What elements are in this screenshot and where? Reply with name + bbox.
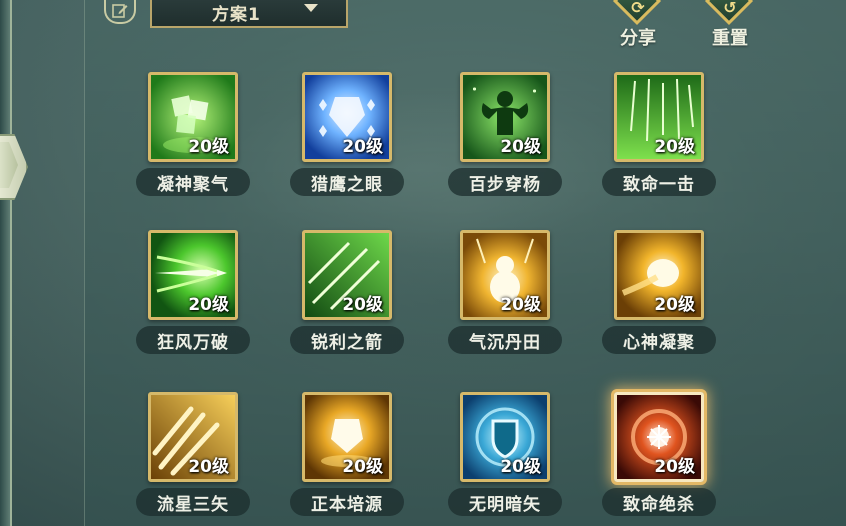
skill-icon: 20级 xyxy=(302,230,392,320)
skill-level: 20级 xyxy=(188,457,229,477)
skill-slot[interactable]: 20级 凝神聚气 xyxy=(134,72,254,202)
share-icon: ⟳ xyxy=(631,0,645,17)
skill-name: 气沉丹田 xyxy=(448,326,562,354)
skill-icon: 20级 xyxy=(148,392,238,482)
skill-slot[interactable]: 20级 百步穿杨 xyxy=(446,72,566,202)
skill-level: 20级 xyxy=(654,457,695,477)
skill-slot[interactable]: 20级 气沉丹田 xyxy=(446,230,566,360)
skill-name: 凝神聚气 xyxy=(136,168,250,196)
plan-selector[interactable]: 方案1 xyxy=(150,0,348,28)
skill-level: 20级 xyxy=(500,137,541,157)
skill-icon: 20级 xyxy=(302,392,392,482)
skill-icon: 20级 xyxy=(148,230,238,320)
skill-level: 20级 xyxy=(342,295,383,315)
reset-button[interactable]: ↺ 重置 xyxy=(700,0,760,50)
skill-slot[interactable]: 20级 无明暗矢 xyxy=(446,392,566,522)
skill-level: 20级 xyxy=(342,457,383,477)
skill-name: 流星三矢 xyxy=(136,488,250,516)
skill-icon: 20级 xyxy=(614,392,704,482)
skill-name: 百步穿杨 xyxy=(448,168,562,196)
pencil-icon xyxy=(112,4,128,18)
share-button[interactable]: ⟳ 分享 xyxy=(608,0,668,50)
skill-name: 心神凝聚 xyxy=(602,326,716,354)
skill-slot[interactable]: 20级 狂风万破 xyxy=(134,230,254,360)
skill-name: 狂风万破 xyxy=(136,326,250,354)
skill-slot[interactable]: 20级 心神凝聚 xyxy=(600,230,720,360)
skill-level: 20级 xyxy=(188,295,229,315)
skill-slot[interactable]: 20级 锐利之箭 xyxy=(288,230,408,360)
left-rail xyxy=(0,0,12,526)
skill-icon: 20级 xyxy=(148,72,238,162)
reset-icon: ↺ xyxy=(723,0,737,17)
skill-name: 锐利之箭 xyxy=(290,326,404,354)
skill-slot[interactable]: 20级 猎鹰之眼 xyxy=(288,72,408,202)
skill-level: 20级 xyxy=(188,137,229,157)
skill-icon: 20级 xyxy=(614,230,704,320)
skill-level: 20级 xyxy=(500,295,541,315)
skill-slot[interactable]: 20级 流星三矢 xyxy=(134,392,254,522)
skill-icon: 20级 xyxy=(460,230,550,320)
skill-name: 猎鹰之眼 xyxy=(290,168,404,196)
skill-name: 无明暗矢 xyxy=(448,488,562,516)
plan-label: 方案1 xyxy=(212,5,261,25)
skill-icon: 20级 xyxy=(460,72,550,162)
skill-slot-selected[interactable]: 20级 致命绝杀 xyxy=(600,392,720,522)
skill-name: 致命一击 xyxy=(602,168,716,196)
skill-icon: 20级 xyxy=(302,72,392,162)
skill-name: 致命绝杀 xyxy=(602,488,716,516)
chevron-down-icon xyxy=(304,4,318,12)
skill-level: 20级 xyxy=(342,137,383,157)
skill-icon: 20级 xyxy=(460,392,550,482)
share-label: 分享 xyxy=(620,28,656,49)
skill-icon: 20级 xyxy=(614,72,704,162)
skill-name: 正本培源 xyxy=(290,488,404,516)
reset-label: 重置 xyxy=(712,28,748,49)
skill-level: 20级 xyxy=(654,295,695,315)
skill-level: 20级 xyxy=(654,137,695,157)
edit-icon[interactable] xyxy=(104,0,136,24)
skill-slot[interactable]: 20级 正本培源 xyxy=(288,392,408,522)
skill-level: 20级 xyxy=(500,457,541,477)
skill-slot[interactable]: 20级 致命一击 xyxy=(600,72,720,202)
